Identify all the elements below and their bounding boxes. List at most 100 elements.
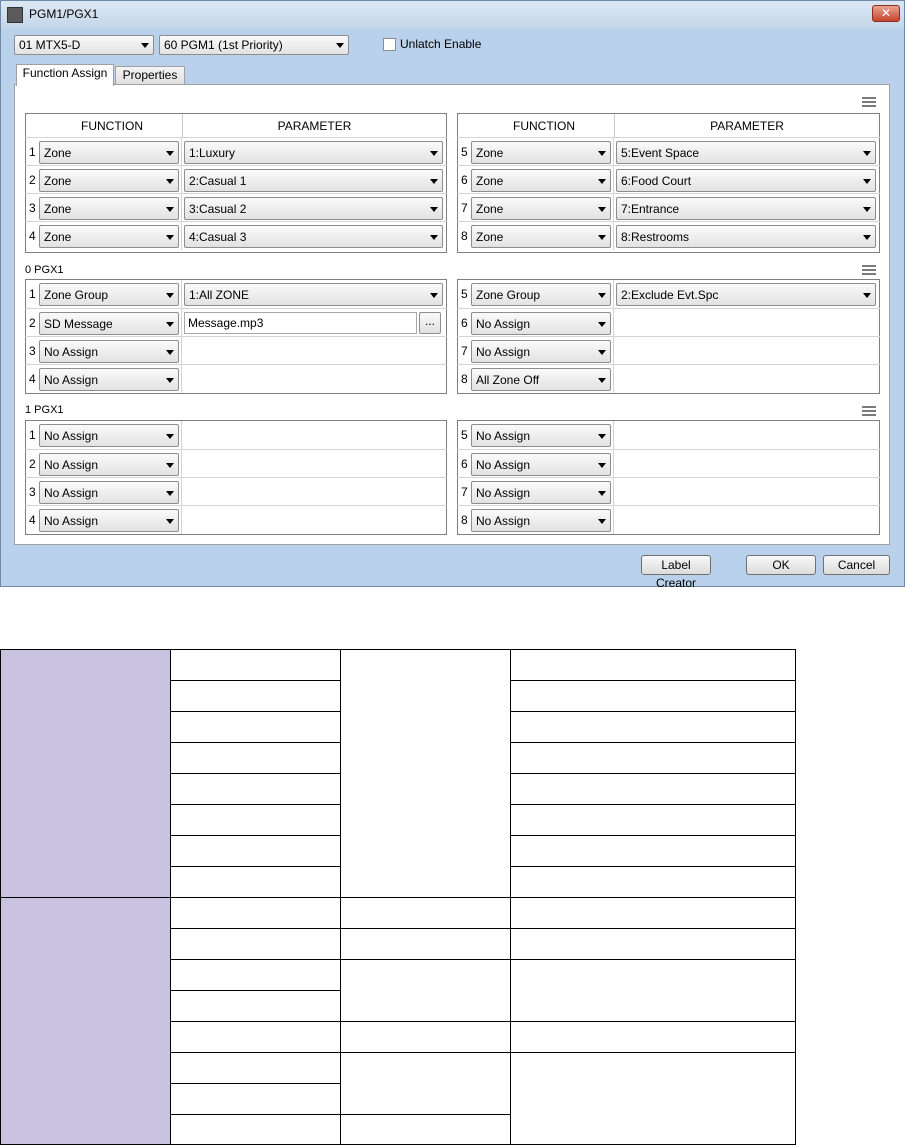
parameter-cell: 8:Restrooms: [613, 222, 878, 250]
parameter-select[interactable]: 1:All ZONE: [184, 283, 443, 306]
parameter-select-value: 2:Exclude Evt.Spc: [621, 288, 719, 302]
menu-icon[interactable]: [862, 406, 876, 416]
row-number: 6: [461, 457, 468, 471]
function-select[interactable]: SD Message: [39, 312, 179, 335]
function-select[interactable]: No Assign: [39, 340, 179, 363]
parameter-select[interactable]: 6:Food Court: [616, 169, 876, 192]
function-header: FUNCTION: [42, 114, 182, 138]
parameter-select[interactable]: 5:Event Space: [616, 141, 876, 164]
function-select-value: No Assign: [44, 429, 99, 443]
parameter-select[interactable]: 4:Casual 3: [184, 225, 443, 248]
parameter-select[interactable]: 2:Exclude Evt.Spc: [616, 283, 876, 306]
parameter-cell: 1:All ZONE: [181, 280, 445, 308]
pgm-select[interactable]: 60 PGM1 (1st Priority): [159, 35, 349, 55]
function-select[interactable]: Zone: [39, 141, 179, 164]
function-select[interactable]: Zone: [471, 225, 611, 248]
function-select[interactable]: No Assign: [39, 424, 179, 447]
parameter-cell: [613, 478, 878, 506]
row-number: 8: [461, 372, 468, 386]
function-select-value: SD Message: [44, 317, 113, 331]
message-file-field[interactable]: Message.mp3: [184, 312, 417, 334]
chevron-down-icon: [166, 491, 174, 496]
chevron-down-icon: [598, 235, 606, 240]
function-select-value: Zone: [44, 146, 72, 160]
tab-properties[interactable]: Properties: [115, 66, 185, 85]
function-select[interactable]: No Assign: [39, 453, 179, 476]
pgx0-row-2: 2 SD Message Message.mp3...: [25, 308, 447, 337]
parameter-select[interactable]: 1:Luxury: [184, 141, 443, 164]
function-select[interactable]: All Zone Off: [471, 368, 611, 391]
parameter-cell: 6:Food Court: [613, 166, 878, 194]
pgx0-row-1: 1 Zone Group 1:All ZONE: [25, 280, 447, 308]
parameter-cell: 3:Casual 2: [181, 194, 445, 222]
close-button[interactable]: ✕: [872, 5, 900, 22]
chevron-down-icon: [166, 207, 174, 212]
function-select-value: Zone Group: [476, 288, 541, 302]
function-select[interactable]: No Assign: [471, 453, 611, 476]
tab-function-assign[interactable]: Function Assign: [16, 64, 114, 86]
function-select-value: No Assign: [44, 458, 99, 472]
menu-icon[interactable]: [862, 97, 876, 107]
menu-icon[interactable]: [862, 265, 876, 275]
function-select-value: Zone: [476, 202, 504, 216]
pgx0-row-4: 4 No Assign: [25, 364, 447, 393]
pgx1-row-6: 6 No Assign: [457, 449, 880, 478]
function-select-value: No Assign: [476, 345, 531, 359]
function-select[interactable]: Zone: [39, 197, 179, 220]
chevron-down-icon: [166, 519, 174, 524]
pgx1-row-5: 5 No Assign: [457, 421, 880, 449]
function-select[interactable]: Zone: [471, 169, 611, 192]
pgm-row-8: 8 Zone 8:Restrooms: [457, 221, 880, 250]
row-number: 1: [29, 287, 36, 301]
chevron-down-icon: [598, 378, 606, 383]
function-select-value: Zone: [476, 146, 504, 160]
chevron-down-icon: [430, 151, 438, 156]
browse-button[interactable]: ...: [419, 312, 441, 334]
parameter-cell: 1:Luxury: [181, 138, 445, 166]
chevron-down-icon: [598, 151, 606, 156]
function-select[interactable]: Zone: [39, 225, 179, 248]
pgx1-row-1: 1 No Assign: [25, 421, 447, 449]
function-select[interactable]: No Assign: [471, 481, 611, 504]
pgx0-row-3: 3 No Assign: [25, 336, 447, 365]
chevron-down-icon: [430, 179, 438, 184]
function-select[interactable]: No Assign: [471, 340, 611, 363]
parameter-select-value: 3:Casual 2: [189, 202, 247, 216]
function-select[interactable]: No Assign: [471, 509, 611, 532]
parameter-select[interactable]: 8:Restrooms: [616, 225, 876, 248]
title-bar[interactable]: PGM1/PGX1 ✕: [1, 1, 904, 29]
function-select[interactable]: No Assign: [471, 424, 611, 447]
cancel-button[interactable]: Cancel: [823, 555, 890, 575]
parameter-select-value: 7:Entrance: [621, 202, 680, 216]
function-select[interactable]: No Assign: [39, 481, 179, 504]
function-select[interactable]: Zone: [39, 169, 179, 192]
function-select-value: No Assign: [44, 373, 99, 387]
parameter-cell: [613, 421, 878, 449]
parameter-select[interactable]: 7:Entrance: [616, 197, 876, 220]
chevron-down-icon: [430, 235, 438, 240]
function-select[interactable]: Zone: [471, 197, 611, 220]
chevron-down-icon: [863, 235, 871, 240]
function-select[interactable]: No Assign: [471, 312, 611, 335]
parameter-select[interactable]: 2:Casual 1: [184, 169, 443, 192]
function-select[interactable]: No Assign: [39, 368, 179, 391]
row-number: 4: [29, 372, 36, 386]
row-number: 6: [461, 316, 468, 330]
row-number: 5: [461, 287, 468, 301]
function-select[interactable]: Zone Group: [471, 283, 611, 306]
parameter-cell: [613, 337, 878, 365]
parameter-select-value: 6:Food Court: [621, 174, 692, 188]
ok-button[interactable]: OK: [746, 555, 816, 575]
label-creator-button[interactable]: Label Creator: [641, 555, 711, 590]
unlatch-enable-checkbox[interactable]: [383, 38, 396, 51]
parameter-cell: [613, 365, 878, 393]
function-select[interactable]: Zone Group: [39, 283, 179, 306]
function-select[interactable]: No Assign: [39, 509, 179, 532]
function-select[interactable]: Zone: [471, 141, 611, 164]
chevron-down-icon: [166, 293, 174, 298]
pgx0-row-5: 5 Zone Group 2:Exclude Evt.Spc: [457, 280, 880, 308]
device-select[interactable]: 01 MTX5-D: [14, 35, 154, 55]
parameter-select[interactable]: 3:Casual 2: [184, 197, 443, 220]
row-number: 2: [29, 316, 36, 330]
function-select-value: No Assign: [44, 514, 99, 528]
